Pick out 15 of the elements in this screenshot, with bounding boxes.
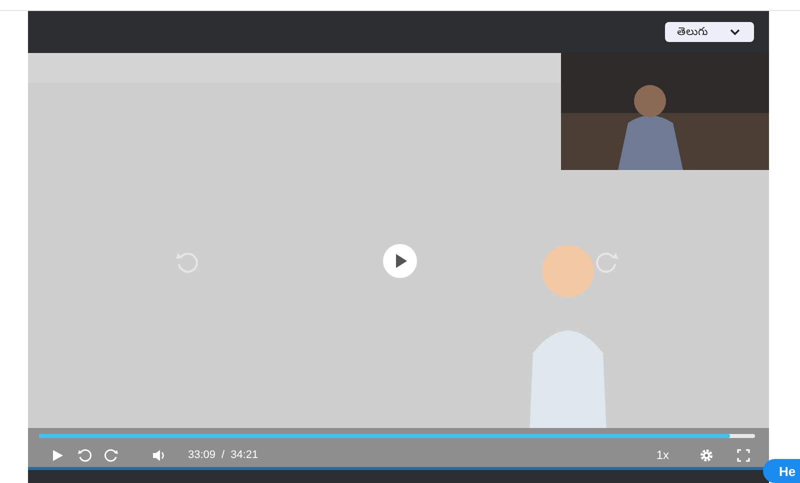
fullscreen-icon[interactable] — [736, 448, 751, 462]
rewind-icon[interactable] — [77, 448, 92, 462]
time-separator: / — [222, 449, 225, 461]
play-button[interactable] — [383, 244, 417, 278]
language-dropdown[interactable]: తెలుగు — [665, 22, 754, 42]
play-icon[interactable] — [50, 448, 65, 462]
progress-bar[interactable] — [39, 434, 755, 438]
forward-icon[interactable] — [104, 448, 119, 462]
chevron-down-icon — [730, 28, 740, 36]
current-time: 33:09 — [188, 449, 216, 461]
speed-button[interactable]: 1x — [656, 448, 669, 462]
duration: 34:21 — [230, 449, 258, 461]
volume-icon[interactable] — [151, 448, 166, 462]
help-button[interactable]: He — [763, 459, 800, 483]
settings-icon[interactable] — [699, 448, 714, 462]
